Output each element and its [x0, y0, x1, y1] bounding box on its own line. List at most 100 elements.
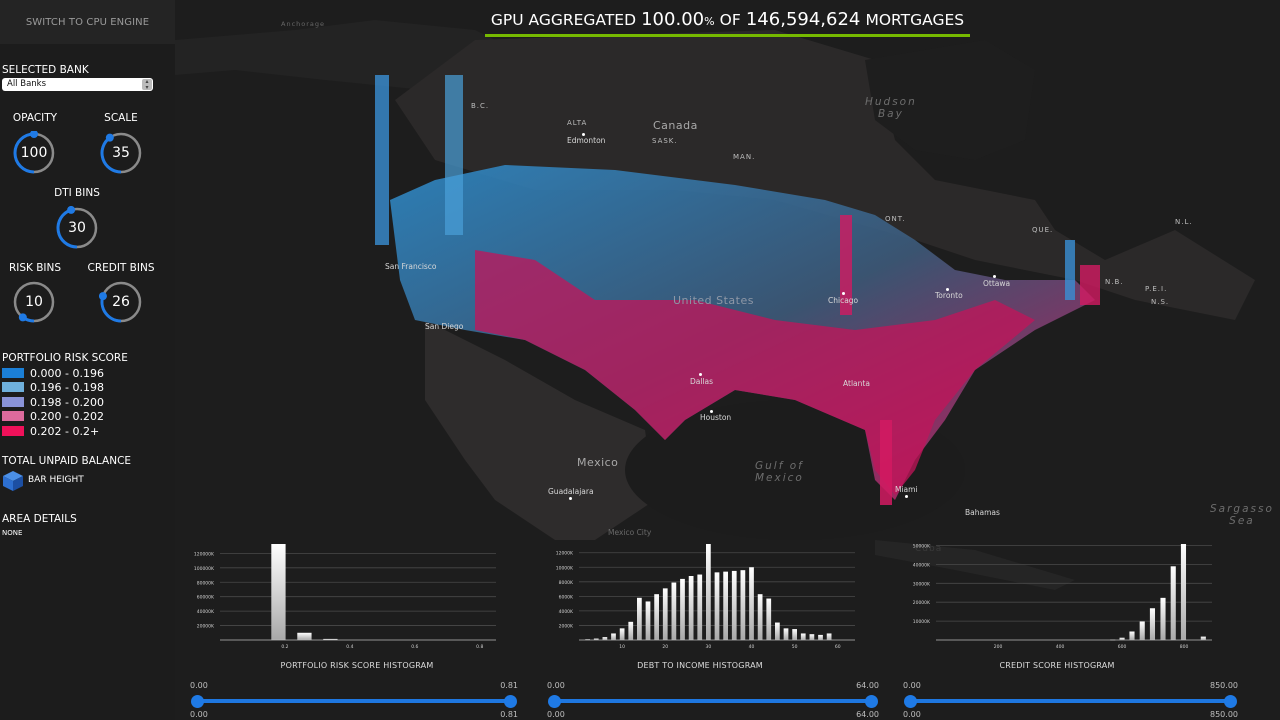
map-label-nl: N.L.: [1175, 218, 1193, 226]
dti-min-handle[interactable]: [548, 694, 561, 708]
legend-item: 0.200 - 0.202: [2, 409, 104, 423]
histogram-bar[interactable]: [602, 637, 608, 640]
histogram-bar[interactable]: [775, 622, 780, 640]
legend-swatch: [2, 382, 24, 392]
map-label-gulf: Gulf of: [755, 460, 804, 472]
legend-swatch: [2, 426, 24, 436]
risk-score-histogram[interactable]: 20000K 40000K 60000K 80000K 100000K 120000K 0.…: [186, 540, 496, 652]
credit-min-handle[interactable]: [904, 694, 917, 708]
legend-item: 0.000 - 0.196: [2, 367, 104, 380]
histogram-bar[interactable]: [792, 629, 797, 640]
x-tick-label: 600: [1118, 644, 1127, 650]
credit-range-slider[interactable]: 0.00 850.00 0.00 850.00: [903, 681, 1238, 720]
credit-max-handle[interactable]: [1224, 694, 1237, 708]
map-label-ns: N.S.: [1151, 298, 1170, 306]
bank-select[interactable]: All Banks ▴ ▾: [2, 78, 153, 91]
map-label-san-francisco: San Francisco: [385, 262, 437, 271]
y-tick-label: 30000K: [913, 581, 931, 587]
histogram-bar[interactable]: [809, 634, 815, 640]
histogram-bar[interactable]: [671, 582, 677, 640]
credit-max-bottom: 850.00: [1210, 710, 1238, 719]
y-tick-label: 10000K: [913, 619, 931, 625]
histogram-bar[interactable]: [1180, 544, 1187, 640]
map-label-canada: Canada: [653, 119, 698, 132]
legend-label: 0.200 - 0.202: [30, 409, 104, 423]
dti-min-top: 0.00: [547, 681, 565, 690]
dial-label-risk-bins: RISK BINS: [8, 262, 62, 274]
histogram-bar[interactable]: [688, 576, 694, 640]
histogram-bar[interactable]: [611, 633, 616, 640]
dial-label-scale: SCALE: [104, 112, 138, 124]
dial-label-opacity: OPACITY: [12, 112, 58, 124]
y-tick-label: 120000K: [194, 551, 215, 557]
credit-range-track[interactable]: [909, 699, 1232, 703]
dti-max-top: 64.00: [856, 681, 879, 690]
map-label-atlanta: Atlanta: [843, 379, 870, 388]
histogram-bar[interactable]: [783, 628, 789, 640]
histogram-bar[interactable]: [740, 570, 746, 640]
histogram-bar[interactable]: [757, 594, 763, 640]
histogram-bar[interactable]: [1129, 631, 1135, 640]
histogram-bar[interactable]: [731, 570, 737, 640]
x-tick-label: 60: [835, 644, 841, 650]
x-tick-label: 0.4: [346, 644, 353, 650]
dti-max-bottom: 64.00: [856, 710, 879, 719]
dial-label-dti-bins: DTI BINS: [54, 187, 100, 199]
switch-to-cpu-button[interactable]: SWITCH TO CPU ENGINE: [0, 0, 175, 44]
scale-dial[interactable]: 35: [99, 131, 143, 175]
credit-bins-dial[interactable]: 26: [99, 280, 143, 324]
dti-histogram-title: DEBT TO INCOME HISTOGRAM: [637, 661, 763, 670]
histogram-bar[interactable]: [637, 597, 642, 640]
histogram-bar[interactable]: [619, 628, 625, 640]
risk-bins-dial[interactable]: 10: [12, 280, 56, 324]
dti-histogram[interactable]: 2000K 4000K 6000K 8000K 10000K 12000K 10 20 30 40…: [545, 540, 855, 652]
histogram-bar[interactable]: [645, 601, 651, 640]
select-arrows-icon: ▴ ▾: [142, 79, 152, 90]
dti-max-handle[interactable]: [865, 694, 878, 708]
y-tick-label: 4000K: [559, 609, 574, 615]
x-tick-label: 0.2: [281, 644, 288, 650]
histogram-bar[interactable]: [749, 567, 754, 640]
legend-item: 0.202 - 0.2+: [2, 425, 99, 438]
histogram-svg: 20000K 40000K 60000K 80000K 100000K 120000K 0.…: [194, 544, 496, 650]
histogram-bar[interactable]: [1139, 621, 1145, 640]
histogram-bar[interactable]: [680, 578, 685, 640]
risk-min-handle[interactable]: [191, 694, 204, 708]
histogram-bar[interactable]: [654, 594, 659, 640]
header-underline: [485, 34, 970, 37]
cube-icon: [2, 470, 24, 492]
risk-max-handle[interactable]: [504, 694, 517, 708]
histogram-bar[interactable]: [800, 633, 806, 640]
histogram-bar[interactable]: [297, 632, 312, 640]
histogram-bar[interactable]: [1200, 636, 1206, 640]
histogram-bar[interactable]: [826, 633, 832, 640]
aggregation-header: GPU AGGREGATED 100.00% OF 146,594,624 MO…: [485, 9, 970, 37]
histogram-bar[interactable]: [1170, 566, 1176, 640]
histogram-bar[interactable]: [766, 598, 772, 640]
histogram-bar[interactable]: [1160, 597, 1166, 640]
map-label-sargasso-sea: Sargasso Sea: [1210, 503, 1274, 527]
histogram-bar[interactable]: [706, 544, 711, 640]
map-label-ottawa: Ottawa: [983, 279, 1011, 288]
credit-score-histogram[interactable]: 10000K 20000K 30000K 40000K 50000K 200 400 600 8…: [902, 540, 1212, 652]
histogram-bar[interactable]: [628, 621, 634, 640]
dti-range-track[interactable]: [553, 699, 873, 703]
risk-range-slider[interactable]: 0.00 0.81 0.00 0.81: [190, 681, 518, 720]
risk-min-bottom: 0.00: [190, 710, 208, 719]
y-tick-label: 50000K: [913, 544, 931, 550]
histogram-bar[interactable]: [818, 634, 823, 640]
x-tick-label: 200: [994, 644, 1003, 650]
dti-range-slider[interactable]: 0.00 64.00 0.00 64.00: [547, 681, 879, 720]
map-label-bc: B.C.: [471, 102, 490, 110]
histogram-bar[interactable]: [271, 544, 286, 640]
dial-label-credit-bins: CREDIT BINS: [87, 262, 155, 274]
histogram-bar[interactable]: [1149, 608, 1156, 640]
histogram-bar[interactable]: [697, 574, 703, 640]
y-tick-label: 2000K: [559, 623, 574, 629]
risk-range-track[interactable]: [196, 699, 512, 703]
dti-bins-dial[interactable]: 30: [55, 206, 99, 250]
histogram-bar[interactable]: [662, 588, 668, 640]
histogram-bar[interactable]: [723, 571, 728, 640]
opacity-dial[interactable]: 100: [12, 131, 56, 175]
histogram-bar[interactable]: [714, 572, 720, 640]
